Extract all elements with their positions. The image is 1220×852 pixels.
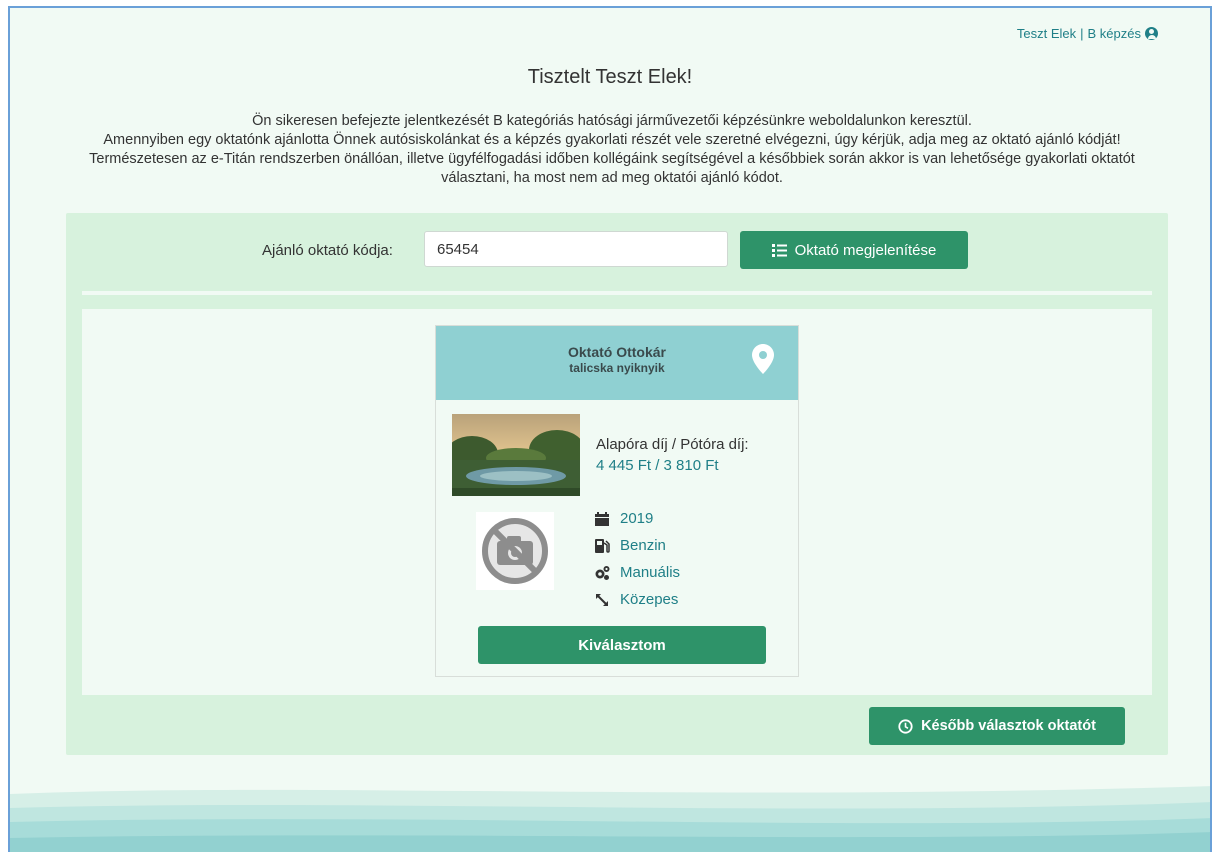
user-name-link[interactable]: Teszt Elek: [1017, 26, 1076, 41]
code-input[interactable]: [424, 231, 728, 267]
spec-fuel: Benzin: [594, 537, 666, 554]
resize-icon: [596, 593, 608, 606]
calendar-icon: [595, 511, 609, 526]
spec-transmission-value: Manuális: [620, 564, 681, 581]
gears-icon: [595, 565, 610, 580]
user-menu[interactable]: Teszt Elek | B képzés: [1017, 26, 1158, 41]
list-icon: [771, 243, 787, 257]
show-instructor-label: Oktató megjelenítése: [794, 241, 937, 259]
user-circle-icon[interactable]: [1145, 27, 1158, 40]
instructor-subtitle: talicska nyiknyik: [569, 361, 665, 375]
decorative-waves: [10, 772, 1210, 852]
spec-year-value: 2019: [620, 510, 654, 527]
instructor-name: Oktató Ottokár: [567, 344, 666, 360]
intro-line-1: Ön sikeresen befejezte jelentkezését B k…: [252, 113, 972, 129]
fee-value: 4 445 Ft / 3 810 Ft: [596, 457, 719, 474]
results-area: Oktató Ottokár talicska nyiknyik Alapóra…: [82, 309, 1152, 695]
spec-size-value: Közepes: [620, 591, 679, 608]
clock-icon: [898, 718, 913, 734]
spec-year: 2019: [594, 510, 653, 527]
choose-later-button[interactable]: Később választok oktatót: [869, 707, 1125, 745]
no-photo-icon: [476, 512, 554, 590]
choose-later-label: Később választok oktatót: [921, 718, 1096, 734]
page-frame: Teszt Elek | B képzés Tisztelt Teszt Ele…: [8, 6, 1212, 852]
code-label: Ajánló oktató kódja:: [262, 242, 393, 259]
spec-transmission: Manuális: [594, 564, 680, 581]
fuel-pump-icon: [595, 538, 610, 553]
spec-fuel-value: Benzin: [620, 537, 666, 554]
map-pin-icon[interactable]: [752, 344, 774, 374]
card-header: Oktató Ottokár talicska nyiknyik: [436, 326, 798, 400]
intro-line-2: Amennyiben egy oktatónk ajánlotta Önnek …: [89, 132, 1135, 186]
show-instructor-button[interactable]: Oktató megjelenítése: [740, 231, 968, 269]
instructor-card: Oktató Ottokár talicska nyiknyik Alapóra…: [435, 325, 799, 677]
page-title: Tisztelt Teszt Elek!: [527, 66, 693, 88]
fee-label: Alapóra díj / Pótóra díj:: [596, 436, 749, 453]
divider: [82, 291, 1152, 295]
spec-size: Közepes: [594, 591, 678, 608]
intro-text: Ön sikeresen befejezte jelentkezését B k…: [70, 112, 1154, 188]
choose-button[interactable]: Kiválasztom: [478, 626, 766, 664]
instructor-panel: Ajánló oktató kódja: Oktató megjelenítés…: [66, 213, 1168, 755]
header-separator: |: [1080, 26, 1084, 41]
instructor-photo: [452, 414, 580, 496]
code-form: Ajánló oktató kódja: Oktató megjelenítés…: [66, 231, 1168, 269]
course-link[interactable]: B képzés: [1088, 26, 1141, 41]
